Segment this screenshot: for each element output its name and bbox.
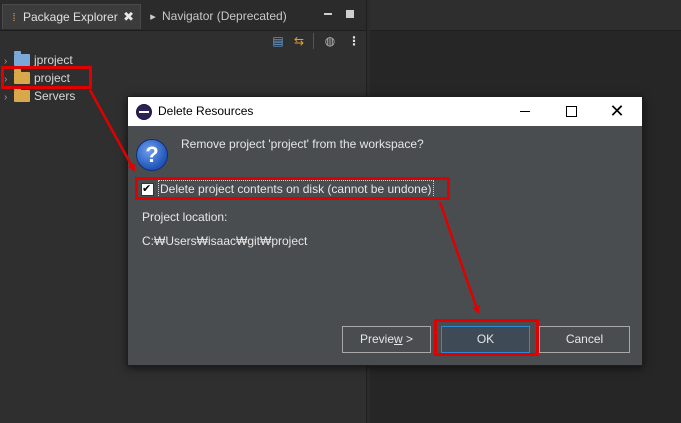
arrow-option-to-ok	[438, 201, 480, 314]
annotation-arrows	[88, 89, 480, 314]
arrow-project-to-dialog	[88, 89, 136, 172]
